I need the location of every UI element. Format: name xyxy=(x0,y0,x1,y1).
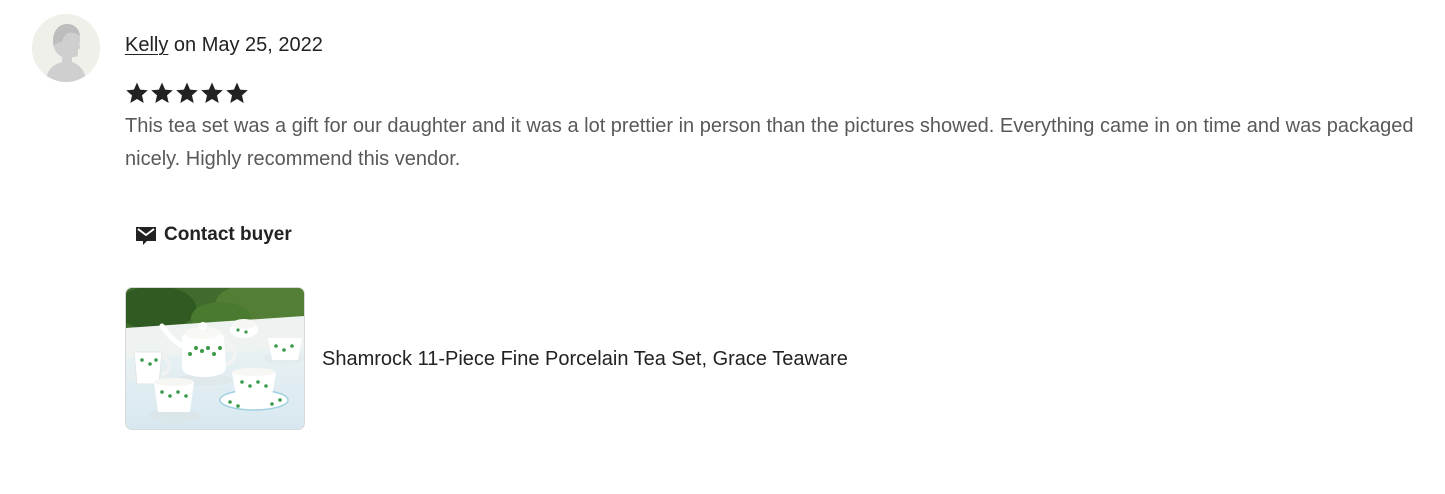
star-rating xyxy=(125,81,249,107)
review-date: on May 25, 2022 xyxy=(168,34,323,56)
avatar-silhouette-icon xyxy=(32,14,100,82)
star-icon xyxy=(226,82,248,103)
envelope-icon xyxy=(136,227,156,245)
review-card: Kelly on May 25, 2022 This tea set was a… xyxy=(0,0,1445,494)
reviewer-avatar[interactable] xyxy=(32,14,100,82)
contact-buyer-label: Contact buyer xyxy=(164,224,292,245)
star-icon xyxy=(201,82,223,103)
star-icon xyxy=(151,82,173,103)
review-text: This tea set was a gift for our daughter… xyxy=(125,115,1414,170)
listing-link[interactable]: Shamrock 11-Piece Fine Porcelain Tea Set… xyxy=(125,287,848,430)
star-icon xyxy=(176,82,198,103)
listing-thumbnail[interactable] xyxy=(125,287,305,430)
star-icon xyxy=(126,82,148,103)
contact-buyer-button[interactable]: Contact buyer xyxy=(124,212,302,258)
tea-set-image xyxy=(126,288,304,429)
reviewer-name-link[interactable]: Kelly xyxy=(125,34,168,56)
review-byline: Kelly on May 25, 2022 xyxy=(125,32,323,58)
listing-title[interactable]: Shamrock 11-Piece Fine Porcelain Tea Set… xyxy=(322,346,848,372)
